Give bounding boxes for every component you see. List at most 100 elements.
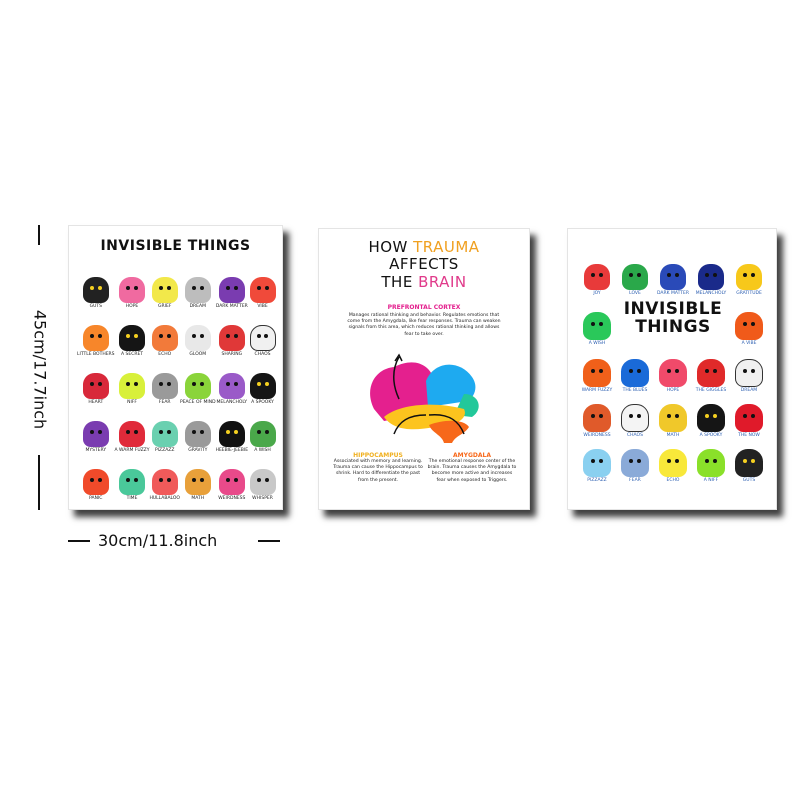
character-illustration bbox=[249, 325, 276, 352]
character-illustration bbox=[697, 404, 725, 433]
character-label: JOY bbox=[593, 291, 601, 297]
poster-title: INVISIBLE THINGS bbox=[100, 238, 251, 254]
character-item: FEAR bbox=[616, 439, 654, 484]
character-item: THE BLUES bbox=[616, 349, 654, 394]
character-item: MATH bbox=[180, 454, 216, 502]
character-item: LITTLE BOTHERS bbox=[77, 310, 115, 358]
amygdala-heading: AMYGDALA bbox=[453, 452, 491, 459]
character-illustration bbox=[119, 277, 146, 304]
character-illustration bbox=[119, 421, 146, 448]
poster-trauma-brain: HOW TRAUMA AFFECTS THE BRAIN PREFRONTAL … bbox=[318, 228, 530, 510]
character-label: DARK MATTER bbox=[657, 291, 689, 297]
character-item: A WISH bbox=[578, 299, 616, 347]
width-label: 30cm/11.8inch bbox=[98, 531, 218, 550]
character-label: LOVE bbox=[629, 291, 641, 297]
poster-title: HOW TRAUMA AFFECTS THE BRAIN bbox=[368, 238, 480, 291]
character-illustration bbox=[184, 469, 211, 496]
character-item: PEACE OF MIND bbox=[180, 358, 216, 406]
prefrontal-heading: PREFRONTAL CORTEX bbox=[387, 304, 461, 311]
character-illustration bbox=[583, 449, 611, 478]
character-illustration bbox=[82, 277, 109, 304]
character-item: MYSTERY bbox=[77, 406, 115, 454]
character-label: ECHO bbox=[666, 478, 680, 484]
character-item: A WISH bbox=[248, 406, 277, 454]
height-dimension-line bbox=[38, 225, 40, 245]
character-item: VIBE bbox=[248, 262, 277, 310]
character-label: MATH bbox=[191, 496, 205, 502]
character-illustration bbox=[735, 404, 763, 433]
character-illustration bbox=[735, 359, 763, 388]
character-item: ECHO bbox=[150, 310, 180, 358]
character-illustration bbox=[249, 373, 276, 400]
character-illustration bbox=[82, 325, 109, 352]
character-illustration bbox=[249, 421, 276, 448]
character-item: WEIRDNESS bbox=[216, 454, 248, 502]
character-illustration bbox=[151, 277, 178, 304]
character-label: GUTS bbox=[742, 478, 756, 484]
character-label: MELANCHOLY bbox=[695, 291, 727, 297]
character-illustration bbox=[151, 325, 178, 352]
amygdala-text: The emotional response center of the bra… bbox=[427, 459, 517, 483]
character-illustration bbox=[621, 404, 649, 433]
character-item: A VIBE bbox=[730, 299, 768, 347]
character-item: MELANCHOLY bbox=[216, 358, 248, 406]
character-item: LOVE bbox=[616, 247, 654, 297]
hippocampus-section: HIPPOCAMPUS Associated with memory and l… bbox=[333, 452, 423, 484]
character-illustration bbox=[735, 449, 763, 478]
character-item: A SECRET bbox=[115, 310, 150, 358]
character-item: DARK MATTER bbox=[216, 262, 248, 310]
character-illustration bbox=[184, 421, 211, 448]
character-item: FEAR bbox=[150, 358, 180, 406]
character-illustration bbox=[697, 359, 725, 388]
character-item: MATH bbox=[654, 394, 692, 439]
character-item: CHAOS bbox=[248, 310, 277, 358]
character-item: CHAOS bbox=[616, 394, 654, 439]
character-illustration bbox=[583, 359, 611, 388]
character-item: ECHO bbox=[654, 439, 692, 484]
character-item: TIME bbox=[115, 454, 150, 502]
hippocampus-text: Associated with memory and learning. Tra… bbox=[333, 459, 423, 483]
amygdala-section: AMYGDALA The emotional response center o… bbox=[427, 452, 517, 484]
width-dimension-line bbox=[258, 540, 280, 542]
character-item: A SPOOKY bbox=[248, 358, 277, 406]
character-item: A WARM FUZZY bbox=[115, 406, 150, 454]
character-illustration bbox=[249, 277, 276, 304]
character-label: PANIC bbox=[89, 496, 103, 502]
character-item: THE NOW bbox=[730, 394, 768, 439]
character-item: GUTS bbox=[730, 439, 768, 484]
character-item: A NIFF bbox=[692, 439, 730, 484]
character-illustration bbox=[218, 469, 245, 496]
character-item: GRATITUDE bbox=[730, 247, 768, 297]
character-illustration bbox=[151, 469, 178, 496]
character-item: GRAVITY bbox=[180, 406, 216, 454]
character-illustration bbox=[119, 325, 146, 352]
character-item: PIZZAZZ bbox=[150, 406, 180, 454]
hippocampus-heading: HIPPOCAMPUS bbox=[353, 452, 403, 459]
character-item: GUTS bbox=[77, 262, 115, 310]
character-illustration bbox=[583, 312, 611, 341]
character-label: WEIRDNESS bbox=[218, 496, 246, 502]
character-illustration bbox=[151, 373, 178, 400]
character-illustration bbox=[218, 373, 245, 400]
character-illustration bbox=[151, 421, 178, 448]
character-label: GRATITUDE bbox=[736, 291, 762, 297]
character-label: A NIFF bbox=[703, 478, 719, 484]
character-illustration bbox=[584, 264, 610, 291]
character-item: JOY bbox=[578, 247, 616, 297]
character-illustration bbox=[119, 373, 146, 400]
character-item: NIFF bbox=[115, 358, 150, 406]
character-label: FEAR bbox=[629, 478, 641, 484]
character-illustration bbox=[621, 449, 649, 478]
character-illustration bbox=[184, 373, 211, 400]
character-label: A VIBE bbox=[741, 341, 757, 347]
poster-title: INVISIBLE THINGS bbox=[623, 299, 723, 337]
character-label: A WISH bbox=[588, 341, 606, 347]
character-illustration bbox=[660, 264, 686, 291]
character-illustration bbox=[659, 359, 687, 388]
character-item: DARK MATTER bbox=[654, 247, 692, 297]
character-illustration bbox=[82, 421, 109, 448]
width-dimension-line bbox=[68, 540, 90, 542]
character-item: DREAM bbox=[180, 262, 216, 310]
character-illustration bbox=[583, 404, 611, 433]
character-label: HULLABALOO bbox=[149, 496, 180, 502]
